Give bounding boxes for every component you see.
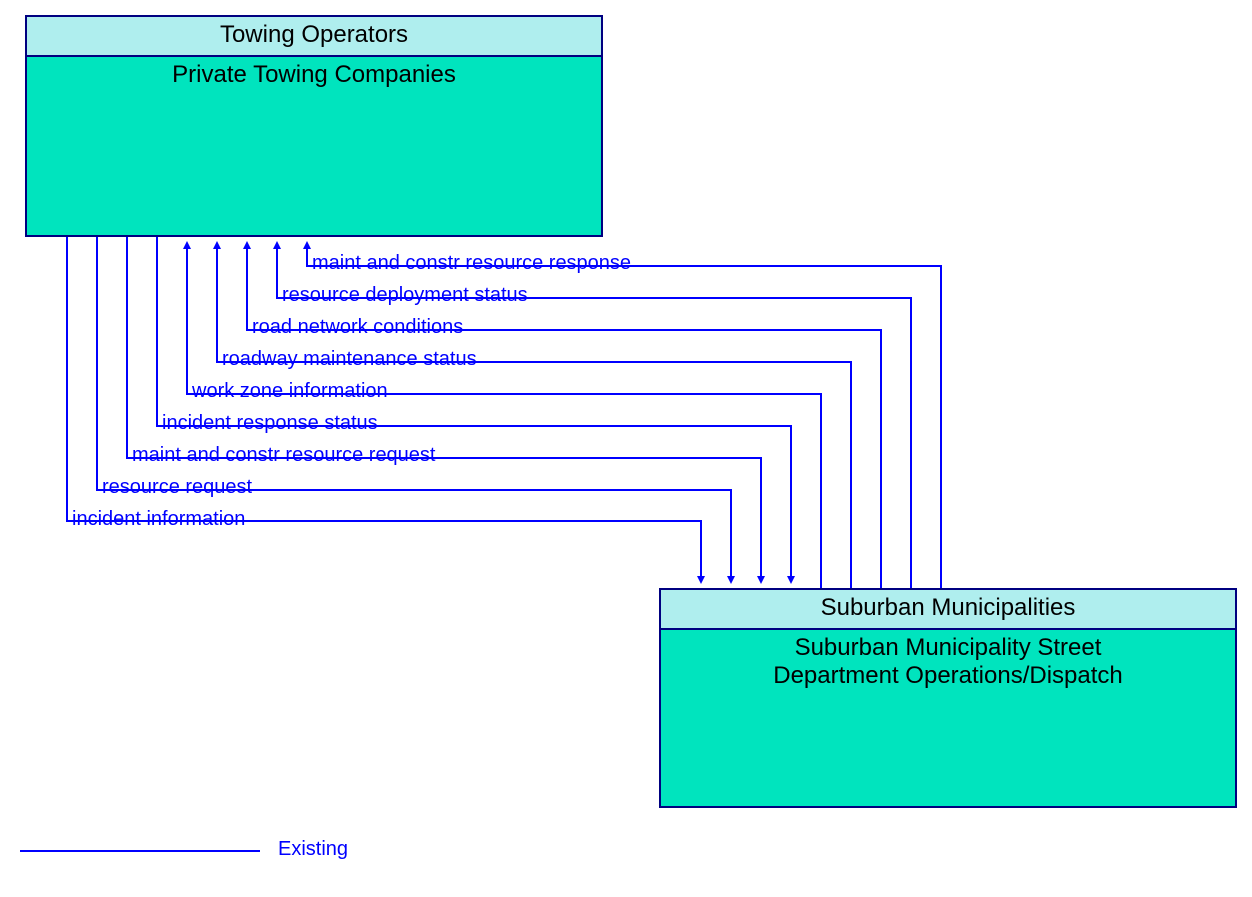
flow-label-f4: roadway maintenance status [222,348,477,371]
flow-label-f2: resource deployment status [282,284,528,307]
entity-header-towing-text: Towing Operators [220,21,408,48]
entity-body-suburban-line2: Department Operations/Dispatch [773,662,1123,689]
entity-header-suburban: Suburban Municipalities [661,590,1235,630]
entity-body-suburban: Suburban Municipality Street Department … [661,630,1235,806]
legend-existing-line [20,850,260,852]
flow-label-f8: resource request [102,476,252,499]
flow-label-f5: work zone information [192,380,388,403]
entity-body-towing-text: Private Towing Companies [172,61,456,88]
flow-label-f7: maint and constr resource request [132,444,436,467]
legend-existing-label: Existing [278,838,348,861]
entity-header-towing: Towing Operators [27,17,601,57]
entity-body-suburban-line1: Suburban Municipality Street [795,634,1102,661]
entity-towing-operators: Towing Operators Private Towing Companie… [25,15,603,237]
flow-label-f1: maint and constr resource response [312,252,631,275]
entity-suburban-muni: Suburban Municipalities Suburban Municip… [659,588,1237,808]
flow-label-f3: road network conditions [252,316,463,339]
entity-body-towing: Private Towing Companies [27,57,601,235]
flow-label-f9: incident information [72,508,245,531]
flow-label-f6: incident response status [162,412,378,435]
entity-header-suburban-text: Suburban Municipalities [821,594,1076,621]
